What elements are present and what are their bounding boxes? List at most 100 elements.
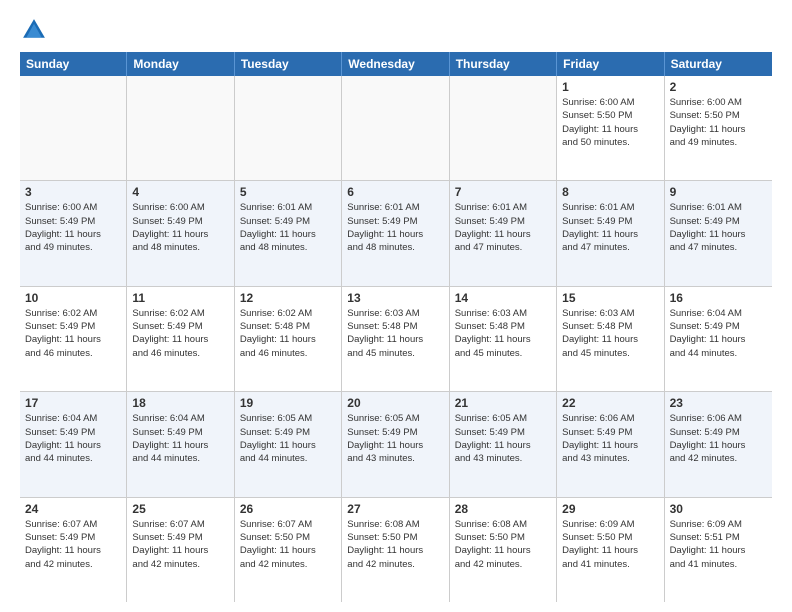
day-number: 15 bbox=[562, 291, 658, 305]
day-number: 21 bbox=[455, 396, 551, 410]
calendar-cell-5-5: 28 Sunrise: 6:08 AM Sunset: 5:50 PM Dayli… bbox=[450, 498, 557, 602]
day-number: 1 bbox=[562, 80, 658, 94]
calendar-cell-5-1: 24 Sunrise: 6:07 AM Sunset: 5:49 PM Dayli… bbox=[20, 498, 127, 602]
calendar-cell-5-3: 26Sunrise: 6:07 AM Sunset: 5:50 PM Dayli… bbox=[235, 498, 342, 602]
day-info: Sunrise: 6:09 AM Sunset: 5:51 PM Dayligh… bbox=[670, 518, 767, 571]
calendar-cell-2-2: 4 Sunrise: 6:00 AM Sunset: 5:49 PM Daylig… bbox=[127, 181, 234, 285]
calendar-cell-5-2: 25 Sunrise: 6:07 AM Sunset: 5:49 PM Dayli… bbox=[127, 498, 234, 602]
calendar-cell-2-7: 9 Sunrise: 6:01 AM Sunset: 5:49 PM Daylig… bbox=[665, 181, 772, 285]
day-number: 2 bbox=[670, 80, 767, 94]
day-info: Sunrise: 6:05 AM Sunset: 5:49 PM Dayligh… bbox=[455, 412, 551, 465]
day-number: 28 bbox=[455, 502, 551, 516]
day-number: 23 bbox=[670, 396, 767, 410]
day-number: 7 bbox=[455, 185, 551, 199]
day-info: Sunrise: 6:02 AM Sunset: 5:49 PM Dayligh… bbox=[25, 307, 121, 360]
day-info: Sunrise: 6:02 AM Sunset: 5:48 PM Dayligh… bbox=[240, 307, 336, 360]
calendar-cell-1-2 bbox=[127, 76, 234, 180]
calendar-cell-4-2: 18 Sunrise: 6:04 AM Sunset: 5:49 PM Dayli… bbox=[127, 392, 234, 496]
day-info: Sunrise: 6:00 AM Sunset: 5:49 PM Dayligh… bbox=[132, 201, 228, 254]
calendar-week-5: 24 Sunrise: 6:07 AM Sunset: 5:49 PM Dayli… bbox=[20, 498, 772, 602]
calendar-cell-1-6: 1 Sunrise: 6:00 AM Sunset: 5:50 PM Daylig… bbox=[557, 76, 664, 180]
day-number: 19 bbox=[240, 396, 336, 410]
calendar-cell-4-7: 23 Sunrise: 6:06 AM Sunset: 5:49 PM Dayli… bbox=[665, 392, 772, 496]
day-number: 4 bbox=[132, 185, 228, 199]
calendar-cell-1-7: 2 Sunrise: 6:00 AM Sunset: 5:50 PM Daylig… bbox=[665, 76, 772, 180]
day-info: Sunrise: 6:03 AM Sunset: 5:48 PM Dayligh… bbox=[347, 307, 443, 360]
day-number: 5 bbox=[240, 185, 336, 199]
day-number: 20 bbox=[347, 396, 443, 410]
day-info: Sunrise: 6:06 AM Sunset: 5:49 PM Dayligh… bbox=[562, 412, 658, 465]
calendar-cell-4-1: 17 Sunrise: 6:04 AM Sunset: 5:49 PM Dayli… bbox=[20, 392, 127, 496]
day-number: 12 bbox=[240, 291, 336, 305]
logo-icon bbox=[20, 16, 48, 44]
day-info: Sunrise: 6:01 AM Sunset: 5:49 PM Dayligh… bbox=[240, 201, 336, 254]
calendar-cell-4-3: 19 Sunrise: 6:05 AM Sunset: 5:49 PM Dayli… bbox=[235, 392, 342, 496]
day-info: Sunrise: 6:03 AM Sunset: 5:48 PM Dayligh… bbox=[455, 307, 551, 360]
calendar-body: 1 Sunrise: 6:00 AM Sunset: 5:50 PM Daylig… bbox=[20, 76, 772, 602]
header-day-sunday: Sunday bbox=[20, 52, 127, 76]
calendar-cell-2-4: 6Sunrise: 6:01 AM Sunset: 5:49 PM Daylig… bbox=[342, 181, 449, 285]
day-info: Sunrise: 6:07 AM Sunset: 5:49 PM Dayligh… bbox=[25, 518, 121, 571]
day-number: 29 bbox=[562, 502, 658, 516]
calendar-week-3: 10 Sunrise: 6:02 AM Sunset: 5:49 PM Dayli… bbox=[20, 287, 772, 392]
day-info: Sunrise: 6:02 AM Sunset: 5:49 PM Dayligh… bbox=[132, 307, 228, 360]
calendar-cell-4-4: 20 Sunrise: 6:05 AM Sunset: 5:49 PM Dayli… bbox=[342, 392, 449, 496]
calendar-cell-3-6: 15 Sunrise: 6:03 AM Sunset: 5:48 PM Dayli… bbox=[557, 287, 664, 391]
day-info: Sunrise: 6:01 AM Sunset: 5:49 PM Dayligh… bbox=[455, 201, 551, 254]
day-number: 16 bbox=[670, 291, 767, 305]
day-number: 11 bbox=[132, 291, 228, 305]
day-info: Sunrise: 6:09 AM Sunset: 5:50 PM Dayligh… bbox=[562, 518, 658, 571]
calendar-cell-1-5 bbox=[450, 76, 557, 180]
day-info: Sunrise: 6:04 AM Sunset: 5:49 PM Dayligh… bbox=[670, 307, 767, 360]
calendar-cell-1-1 bbox=[20, 76, 127, 180]
calendar-cell-3-1: 10 Sunrise: 6:02 AM Sunset: 5:49 PM Dayli… bbox=[20, 287, 127, 391]
day-number: 22 bbox=[562, 396, 658, 410]
calendar-cell-3-3: 12 Sunrise: 6:02 AM Sunset: 5:48 PM Dayli… bbox=[235, 287, 342, 391]
calendar-cell-3-5: 14 Sunrise: 6:03 AM Sunset: 5:48 PM Dayli… bbox=[450, 287, 557, 391]
day-info: Sunrise: 6:00 AM Sunset: 5:50 PM Dayligh… bbox=[562, 96, 658, 149]
calendar-cell-2-1: 3 Sunrise: 6:00 AM Sunset: 5:49 PM Daylig… bbox=[20, 181, 127, 285]
calendar-week-4: 17 Sunrise: 6:04 AM Sunset: 5:49 PM Dayli… bbox=[20, 392, 772, 497]
day-info: Sunrise: 6:05 AM Sunset: 5:49 PM Dayligh… bbox=[347, 412, 443, 465]
day-info: Sunrise: 6:08 AM Sunset: 5:50 PM Dayligh… bbox=[347, 518, 443, 571]
day-number: 17 bbox=[25, 396, 121, 410]
header-day-saturday: Saturday bbox=[665, 52, 772, 76]
day-info: Sunrise: 6:04 AM Sunset: 5:49 PM Dayligh… bbox=[25, 412, 121, 465]
calendar-cell-5-4: 27Sunrise: 6:08 AM Sunset: 5:50 PM Dayli… bbox=[342, 498, 449, 602]
day-number: 3 bbox=[25, 185, 121, 199]
logo bbox=[20, 16, 52, 44]
day-number: 6 bbox=[347, 185, 443, 199]
day-number: 8 bbox=[562, 185, 658, 199]
header-day-wednesday: Wednesday bbox=[342, 52, 449, 76]
calendar-cell-2-3: 5 Sunrise: 6:01 AM Sunset: 5:49 PM Daylig… bbox=[235, 181, 342, 285]
day-info: Sunrise: 6:05 AM Sunset: 5:49 PM Dayligh… bbox=[240, 412, 336, 465]
calendar-cell-4-6: 22 Sunrise: 6:06 AM Sunset: 5:49 PM Dayli… bbox=[557, 392, 664, 496]
calendar-cell-4-5: 21 Sunrise: 6:05 AM Sunset: 5:49 PM Dayli… bbox=[450, 392, 557, 496]
day-number: 25 bbox=[132, 502, 228, 516]
day-number: 9 bbox=[670, 185, 767, 199]
calendar-cell-1-4 bbox=[342, 76, 449, 180]
calendar-week-2: 3 Sunrise: 6:00 AM Sunset: 5:49 PM Daylig… bbox=[20, 181, 772, 286]
calendar-cell-3-4: 13Sunrise: 6:03 AM Sunset: 5:48 PM Dayli… bbox=[342, 287, 449, 391]
day-number: 18 bbox=[132, 396, 228, 410]
day-number: 24 bbox=[25, 502, 121, 516]
day-info: Sunrise: 6:00 AM Sunset: 5:49 PM Dayligh… bbox=[25, 201, 121, 254]
day-info: Sunrise: 6:01 AM Sunset: 5:49 PM Dayligh… bbox=[670, 201, 767, 254]
header-day-friday: Friday bbox=[557, 52, 664, 76]
day-info: Sunrise: 6:07 AM Sunset: 5:49 PM Dayligh… bbox=[132, 518, 228, 571]
calendar: SundayMondayTuesdayWednesdayThursdayFrid… bbox=[20, 52, 772, 602]
day-info: Sunrise: 6:00 AM Sunset: 5:50 PM Dayligh… bbox=[670, 96, 767, 149]
day-info: Sunrise: 6:06 AM Sunset: 5:49 PM Dayligh… bbox=[670, 412, 767, 465]
day-info: Sunrise: 6:04 AM Sunset: 5:49 PM Dayligh… bbox=[132, 412, 228, 465]
header-day-tuesday: Tuesday bbox=[235, 52, 342, 76]
calendar-cell-3-2: 11 Sunrise: 6:02 AM Sunset: 5:49 PM Dayli… bbox=[127, 287, 234, 391]
day-info: Sunrise: 6:08 AM Sunset: 5:50 PM Dayligh… bbox=[455, 518, 551, 571]
calendar-cell-1-3 bbox=[235, 76, 342, 180]
header-day-monday: Monday bbox=[127, 52, 234, 76]
day-info: Sunrise: 6:03 AM Sunset: 5:48 PM Dayligh… bbox=[562, 307, 658, 360]
calendar-cell-5-6: 29 Sunrise: 6:09 AM Sunset: 5:50 PM Dayli… bbox=[557, 498, 664, 602]
calendar-cell-2-5: 7 Sunrise: 6:01 AM Sunset: 5:49 PM Daylig… bbox=[450, 181, 557, 285]
day-info: Sunrise: 6:01 AM Sunset: 5:49 PM Dayligh… bbox=[562, 201, 658, 254]
day-number: 10 bbox=[25, 291, 121, 305]
day-number: 14 bbox=[455, 291, 551, 305]
